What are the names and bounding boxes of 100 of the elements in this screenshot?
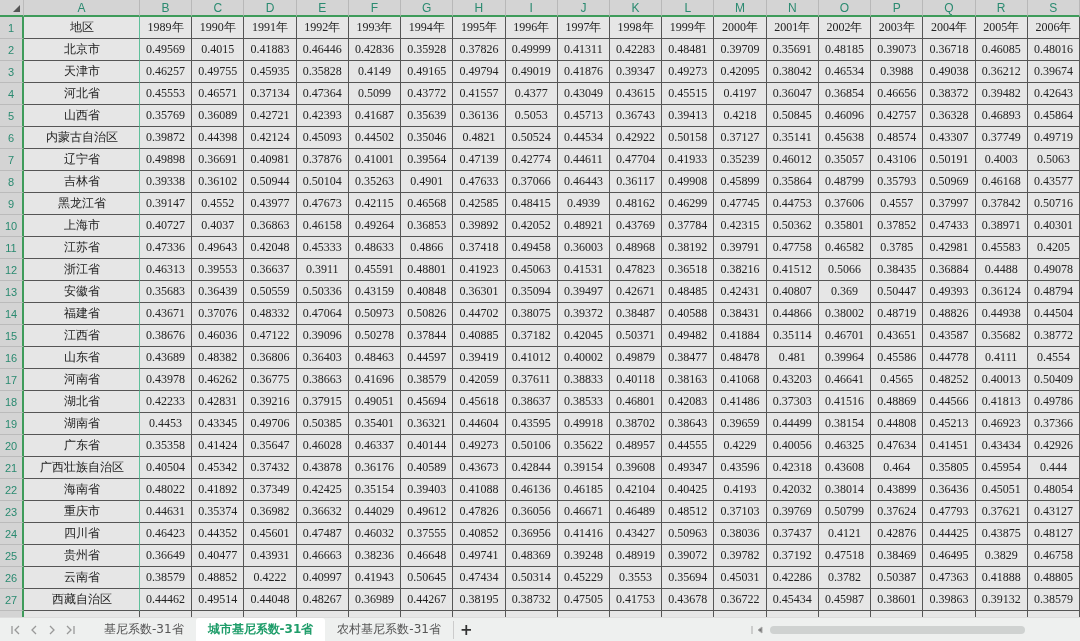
row-header[interactable]: 11 xyxy=(0,237,24,259)
column-header[interactable]: A xyxy=(24,0,140,17)
column-header[interactable]: L xyxy=(662,0,715,17)
sheet-tab[interactable]: 城市基尼系数-31省 xyxy=(195,618,326,641)
sheet-tab[interactable]: 基尼系数-31省 xyxy=(92,618,196,641)
row-header[interactable]: 18 xyxy=(0,391,24,413)
row-header[interactable]: 6 xyxy=(0,127,24,149)
row-header[interactable]: 12 xyxy=(0,259,24,281)
table-cell: 1998年 xyxy=(610,17,663,39)
table-cell: 0.48968 xyxy=(610,237,663,259)
column-header[interactable]: R xyxy=(975,0,1028,17)
table-cell: 0.48185 xyxy=(818,39,872,61)
table-cell: 0.38601 xyxy=(871,589,924,611)
table-cell: 0.45434 xyxy=(766,589,819,611)
row-header[interactable]: 2 xyxy=(0,39,24,61)
table-cell: 0.39553 xyxy=(192,259,245,281)
table-cell: 0.43434 xyxy=(975,435,1028,457)
row-header[interactable]: 3 xyxy=(0,61,24,83)
column-header[interactable]: K xyxy=(610,0,663,17)
row-header[interactable]: 24 xyxy=(0,523,24,545)
row-header[interactable]: 7 xyxy=(0,149,24,171)
row-header[interactable]: 25 xyxy=(0,545,24,567)
table-cell: 0.43577 xyxy=(1027,171,1080,193)
column-header[interactable]: F xyxy=(348,0,402,17)
row-header[interactable]: 10 xyxy=(0,215,24,237)
table-cell: 0.39419 xyxy=(453,347,506,369)
table-cell: 0.35793 xyxy=(871,171,924,193)
select-all-icon[interactable] xyxy=(13,5,20,12)
column-header[interactable]: G xyxy=(401,0,454,17)
add-sheet-button[interactable]: + xyxy=(452,620,479,639)
column-header[interactable]: J xyxy=(557,0,610,17)
table-cell: 1999年 xyxy=(662,17,715,39)
table-cell: 0.38372 xyxy=(923,83,976,105)
table-cell: 0.39659 xyxy=(714,413,767,435)
table-cell: 0.48463 xyxy=(348,347,402,369)
table-cell: 0.49898 xyxy=(140,149,193,171)
row-header[interactable]: 8 xyxy=(0,171,24,193)
table-cell: 0.45051 xyxy=(975,479,1028,501)
column-header[interactable]: S xyxy=(1027,0,1080,17)
table-cell: 0.3553 xyxy=(610,567,663,589)
column-header[interactable]: N xyxy=(766,0,819,17)
row-header[interactable]: 26 xyxy=(0,567,24,589)
column-header[interactable]: I xyxy=(505,0,558,17)
table-cell: 0.49786 xyxy=(1027,391,1080,413)
table-cell: 0.46299 xyxy=(662,193,715,215)
table-cell: 0.36854 xyxy=(818,83,872,105)
row-header[interactable]: 21 xyxy=(0,457,24,479)
table-cell: 0.50845 xyxy=(766,105,819,127)
row-header[interactable]: 20 xyxy=(0,435,24,457)
table-cell: 0.37784 xyxy=(662,215,715,237)
table-cell: 海南省 xyxy=(24,479,140,501)
table-cell: 0.41753 xyxy=(610,589,663,611)
row-header[interactable]: 1 xyxy=(0,17,24,39)
table-cell: 0.48252 xyxy=(923,369,976,391)
column-header[interactable]: E xyxy=(296,0,349,17)
row-header[interactable]: 14 xyxy=(0,303,24,325)
table-cell: 0.44753 xyxy=(766,193,819,215)
table-cell: 0.37349 xyxy=(244,479,297,501)
row-header[interactable]: 17 xyxy=(0,369,24,391)
table-cell: 0.46168 xyxy=(975,171,1028,193)
table-cell: 0.39674 xyxy=(1027,61,1080,83)
column-header[interactable]: H xyxy=(453,0,506,17)
table-cell: 0.48919 xyxy=(610,545,663,567)
table-cell: 0.41876 xyxy=(557,61,610,83)
table-cell: 0.50944 xyxy=(244,171,297,193)
row-header[interactable]: 5 xyxy=(0,105,24,127)
table-cell: 0.45935 xyxy=(244,61,297,83)
table-cell: 0.39892 xyxy=(453,215,506,237)
row-header[interactable]: 4 xyxy=(0,83,24,105)
row-header[interactable]: 9 xyxy=(0,193,24,215)
row-header[interactable]: 27 xyxy=(0,589,24,611)
column-header[interactable]: C xyxy=(192,0,245,17)
column-header[interactable]: P xyxy=(871,0,924,17)
column-header[interactable]: B xyxy=(140,0,193,17)
column-header[interactable]: O xyxy=(818,0,872,17)
table-cell: 0.43587 xyxy=(923,325,976,347)
row-header[interactable]: 22 xyxy=(0,479,24,501)
table-cell: 0.35401 xyxy=(348,413,402,435)
table-cell: 0.49794 xyxy=(453,61,506,83)
table-cell: 0.35154 xyxy=(348,479,402,501)
column-header[interactable]: M xyxy=(714,0,767,17)
table-cell: 1993年 xyxy=(348,17,402,39)
table-cell: 0.44604 xyxy=(453,413,506,435)
table-cell: 0.42585 xyxy=(453,193,506,215)
row-header[interactable]: 16 xyxy=(0,347,24,369)
row-header[interactable]: 19 xyxy=(0,413,24,435)
table-cell: 0.47433 xyxy=(923,215,976,237)
table-cell: 0.37915 xyxy=(296,391,349,413)
table-cell: 0.50969 xyxy=(923,171,976,193)
row-header[interactable]: 23 xyxy=(0,501,24,523)
sheet-tab[interactable]: 农村基尼系数-31省 xyxy=(325,618,453,641)
table-cell: 0.35828 xyxy=(296,61,349,83)
table-cell: 0.49347 xyxy=(662,457,715,479)
table-cell: 0.4821 xyxy=(453,127,506,149)
row-header[interactable]: 13 xyxy=(0,281,24,303)
column-header[interactable]: Q xyxy=(923,0,976,17)
table-cell: 0.42981 xyxy=(923,237,976,259)
row-header[interactable]: 15 xyxy=(0,325,24,347)
column-header[interactable]: D xyxy=(244,0,297,17)
table-cell: 0.41512 xyxy=(766,259,819,281)
